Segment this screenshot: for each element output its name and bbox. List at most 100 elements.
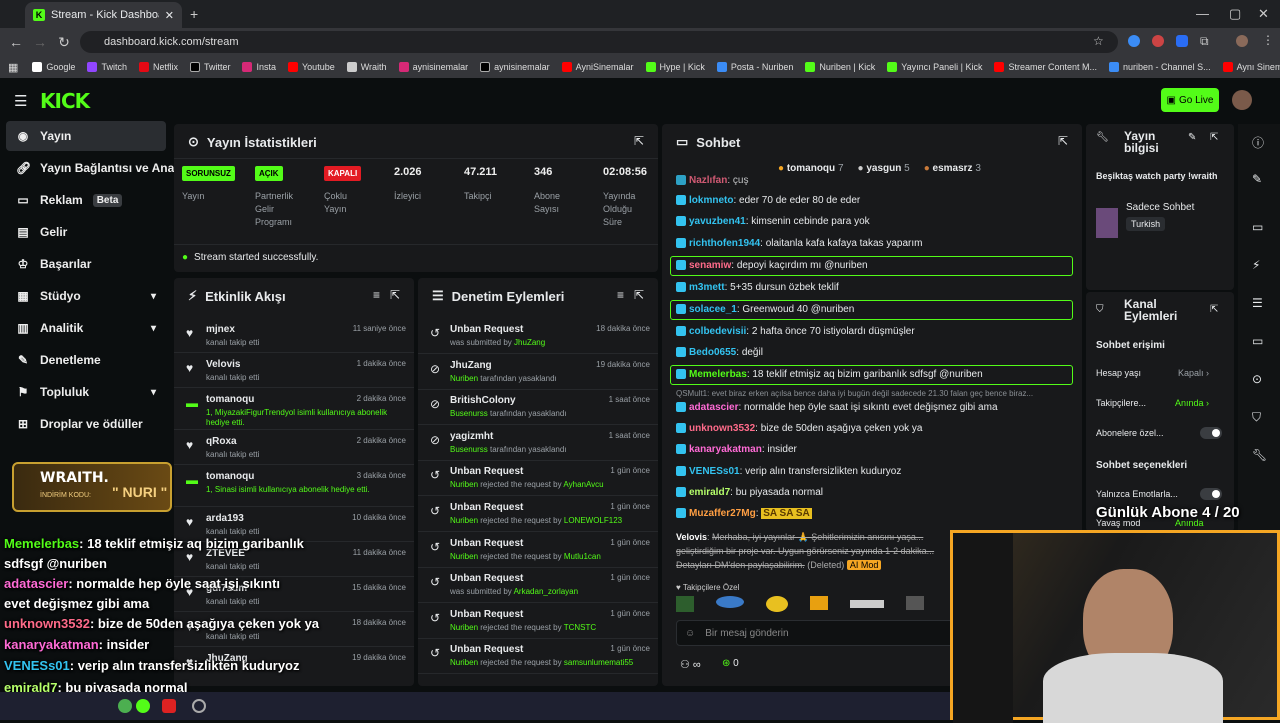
activity-user[interactable]: qRoxa — [206, 436, 237, 447]
filter-icon[interactable]: ≡ — [617, 288, 624, 302]
bookmark-item[interactable]: Twitter — [189, 62, 230, 72]
category-label[interactable]: Sadece Sohbet — [1126, 202, 1194, 213]
bookmark-item[interactable]: AyniSinemalar — [561, 62, 634, 72]
filter-icon[interactable]: ≡ — [373, 288, 380, 302]
chat-message[interactable]: solacee_1: Greenwoud 40 @nuriben — [670, 300, 1073, 320]
chat-username[interactable]: solacee_1 — [689, 304, 737, 315]
chat-username[interactable]: Nazlıfan — [689, 175, 727, 186]
chat-message[interactable]: VENESs01: verip alın transfersizlikten k… — [676, 464, 1076, 480]
sidebar-item-yayin[interactable]: ◉ Yayın — [6, 121, 166, 151]
chat-username[interactable]: VENESs01 — [689, 466, 740, 477]
new-tab-icon[interactable]: + — [190, 6, 198, 22]
moderation-row[interactable]: ↺ Unban Request Nuriben rejected the reque… — [418, 532, 658, 568]
emote-icon[interactable] — [716, 596, 744, 608]
taskbar-app-icon[interactable] — [162, 699, 176, 713]
go-live-button[interactable]: ▣ Go Live — [1161, 88, 1219, 112]
broadcast-icon[interactable]: ⊙ — [1252, 372, 1262, 386]
taskbar-app-icon[interactable] — [118, 699, 132, 713]
bookmark-item[interactable]: Aynı Sinemalar - Ça... — [1222, 62, 1280, 72]
bookmark-item[interactable]: Wraith — [346, 62, 387, 72]
info-icon[interactable]: ⓘ — [1252, 134, 1264, 151]
chat-message[interactable]: richthofen1944: olaitanla kafa kafaya ta… — [676, 236, 1076, 252]
bookmark-item[interactable]: Insta — [242, 62, 276, 72]
bookmark-item[interactable]: aynisinemalar — [398, 62, 468, 72]
close-window-icon[interactable]: ✕ — [1258, 6, 1269, 22]
url-field[interactable]: dashboard.kick.com/stream — [80, 31, 1118, 53]
bookmark-item[interactable]: Streamer Content M... — [994, 62, 1097, 72]
activity-user[interactable]: arda193 — [206, 513, 244, 524]
chat-input[interactable]: ☺ Bir mesaj gönderin — [676, 620, 956, 646]
close-tab-icon[interactable]: ✕ — [165, 9, 174, 22]
extension-icon[interactable] — [1128, 35, 1140, 47]
popout-icon[interactable]: ⇱ — [1210, 304, 1218, 315]
emote-icon[interactable] — [850, 600, 884, 608]
bookmark-item[interactable]: Netflix — [138, 62, 178, 72]
popout-icon[interactable]: ⇱ — [390, 288, 400, 302]
chat-message[interactable]: yavuzben41: kimsenin cebinde para yok — [676, 214, 1076, 230]
reload-icon[interactable]: ↻ — [52, 34, 76, 51]
extension-icon[interactable] — [1152, 35, 1164, 47]
chat-message[interactable]: unknown3532: bize de 50den aşağıya çeken… — [676, 421, 1076, 437]
chat-username[interactable]: colbedevisii — [689, 326, 746, 337]
bookmark-star-icon[interactable]: ☆ — [1093, 34, 1104, 48]
emote-icon[interactable] — [676, 596, 694, 612]
sidebar-item-stream-key[interactable]: 🔗︎ Yayın Bağlantısı ve Anahtarı — [6, 153, 174, 183]
chat-username[interactable]: emirald7 — [689, 487, 730, 498]
moderation-row[interactable]: ⊘ BritishColony Busenurss tarafından yasak… — [418, 389, 658, 426]
chat-username[interactable]: senamiw — [689, 260, 731, 271]
sidebar-item-studyo[interactable]: ▦ Stüdyo ▾ — [6, 281, 166, 311]
sidebar-item-gelir[interactable]: ▤ Gelir — [6, 217, 166, 247]
chat-message[interactable]: Nazlıfan: çuş — [676, 173, 1076, 189]
moderation-row[interactable]: ⊘ yagizmht Busenurss tarafından yasaklandı… — [418, 425, 658, 461]
chat-message[interactable]: lokmneto: eder 70 de eder 80 de eder — [676, 193, 1076, 209]
moderation-row[interactable]: ↺ Unban Request Nuriben rejected the reque… — [418, 638, 658, 675]
chat-message[interactable]: kanaryakatman: insider — [676, 442, 1076, 458]
popout-icon[interactable]: ⇱ — [634, 134, 644, 148]
moderation-row[interactable]: ↺ Unban Request Nuriben rejected the reque… — [418, 460, 658, 497]
chat-username[interactable]: Bedo0655 — [689, 347, 736, 358]
edit-icon[interactable]: ✎ — [1188, 132, 1196, 143]
sidebar-item-denetleme[interactable]: ✎ Denetleme — [6, 345, 166, 375]
popout-icon[interactable]: ⇱ — [634, 288, 644, 302]
browser-tab[interactable]: K Stream - Kick Dashboard ✕ — [25, 2, 182, 28]
activity-row[interactable]: ♥ qRoxa kanalı takip etti 2 dakika önce — [174, 430, 414, 465]
bookmark-item[interactable]: nuriben - Channel S... — [1109, 62, 1211, 72]
profile-icon[interactable] — [1236, 35, 1248, 47]
activity-row[interactable]: ▬ tomanoqu 1, MiyazakiFigurTrendyol isimli… — [174, 388, 414, 430]
edit-icon[interactable]: ✎ — [1252, 172, 1262, 186]
emote-icon[interactable] — [810, 596, 828, 610]
user-avatar[interactable] — [1232, 90, 1252, 110]
chat-message[interactable]: colbedevisii: 2 hafta önce 70 istiyolard… — [676, 324, 1076, 340]
popout-icon[interactable]: ⇱ — [1210, 132, 1218, 143]
chat-username[interactable]: kanaryakatman — [689, 444, 762, 455]
wrench-icon[interactable]: 🔧︎ — [1252, 448, 1267, 462]
moderation-row[interactable]: ↺ Unban Request was submitted by JhuZang 1… — [418, 318, 658, 354]
emote-icon[interactable] — [906, 596, 924, 610]
bolt-icon[interactable]: ⚡︎ — [1252, 258, 1260, 272]
back-icon[interactable]: ← — [4, 34, 28, 50]
followers-only-value[interactable]: Anında › — [1175, 398, 1209, 408]
activity-user[interactable]: mjnex — [206, 324, 235, 335]
sidebar-item-reklam[interactable]: ▭ Reklam Beta — [6, 185, 166, 215]
list-icon[interactable]: ☰ — [1252, 296, 1263, 310]
bookmark-item[interactable]: Twitch — [87, 62, 127, 72]
moderation-row[interactable]: ↺ Unban Request was submitted by Arkadan_… — [418, 567, 658, 604]
taskbar-app-icon[interactable] — [136, 699, 150, 713]
sidebar-item-droplar[interactable]: ⊞ Droplar ve ödüller — [6, 409, 166, 439]
moderation-row[interactable]: ⊘ JhuZang Nuriben tarafından yasaklandı 19… — [418, 354, 658, 390]
activity-row[interactable]: ♥ mjnex kanalı takip etti 11 saniye önce — [174, 318, 414, 353]
chat-username[interactable]: adatascier — [689, 402, 738, 413]
chat-username[interactable]: m3mett — [689, 282, 725, 293]
maximize-icon[interactable]: ▢ — [1229, 6, 1241, 22]
stats-icon[interactable]: ▭ — [1252, 220, 1263, 234]
bookmark-item[interactable]: Google — [32, 62, 75, 72]
chat-username[interactable]: richthofen1944 — [689, 238, 760, 249]
activity-user[interactable]: tomanoqu — [206, 471, 254, 482]
chat-username[interactable]: Muzaffer27Mg — [689, 508, 756, 519]
bookmark-item[interactable]: aynisinemalar — [480, 62, 550, 72]
emote-only-toggle[interactable] — [1200, 488, 1222, 500]
forward-icon[interactable]: → — [28, 34, 52, 50]
activity-row[interactable]: ▬ tomanoqu 1, Sinasi isimli kullanıcıya ab… — [174, 465, 414, 507]
sidebar-item-topluluk[interactable]: ⚑ Topluluk ▾ — [6, 377, 166, 407]
activity-user[interactable]: tomanoqu — [206, 394, 254, 405]
